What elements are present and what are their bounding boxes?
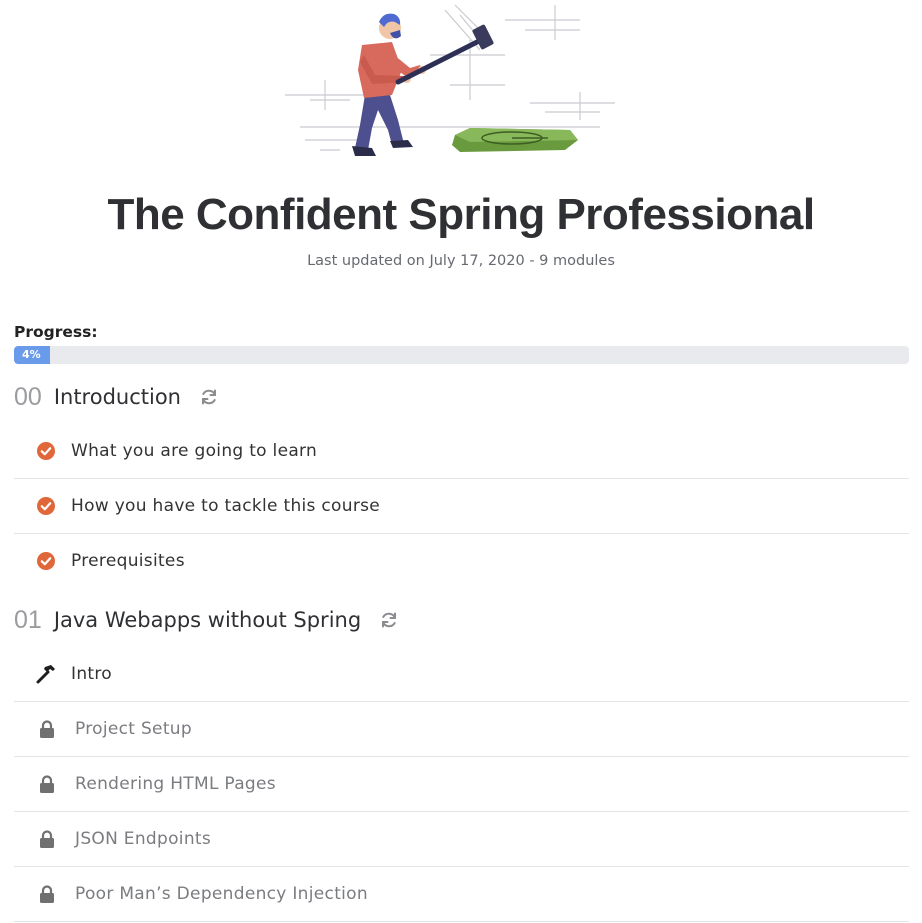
check-circle-icon [35, 495, 57, 517]
module-number: 01 [14, 605, 42, 634]
course-meta: Last updated on July 17, 2020 - 9 module… [307, 253, 615, 269]
lock-icon [36, 718, 58, 740]
lock-icon [36, 883, 58, 905]
lesson-project-setup[interactable]: Project Setup [14, 702, 909, 757]
lesson-label: Prerequisites [71, 551, 185, 571]
sync-icon [199, 387, 219, 407]
progress-label: Progress: [14, 323, 98, 341]
lesson-label: JSON Endpoints [75, 829, 212, 849]
lesson-poor-mans-dependency-injection[interactable]: Poor Man’s Dependency Injection [14, 867, 909, 922]
progress-fill: 4% [14, 346, 50, 364]
check-circle-icon [35, 440, 57, 462]
module-header-introduction: 00 Introduction [14, 377, 219, 417]
lesson-prerequisites[interactable]: Prerequisites [14, 534, 909, 588]
check-circle-icon [35, 550, 57, 572]
course-title: The Confident Spring Professional [107, 190, 815, 239]
course-page: The Confident Spring Professional Last u… [0, 0, 922, 923]
module-number: 00 [14, 382, 42, 411]
hero-illustration [285, 4, 615, 156]
module-header-java-webapps: 01 Java Webapps without Spring [14, 600, 399, 640]
progress-bar: 4% [14, 346, 909, 364]
lesson-label: What you are going to learn [71, 441, 318, 461]
lesson-rendering-html-pages[interactable]: Rendering HTML Pages [14, 757, 909, 812]
lock-icon [36, 828, 58, 850]
lesson-json-endpoints[interactable]: JSON Endpoints [14, 812, 909, 867]
lesson-label: Project Setup [75, 719, 192, 739]
lesson-what-you-are-going-to-learn[interactable]: What you are going to learn [14, 424, 909, 479]
lesson-how-you-have-to-tackle-this-course[interactable]: How you have to tackle this course [14, 479, 909, 534]
lesson-label: Poor Man’s Dependency Injection [75, 884, 368, 904]
hammer-icon [35, 663, 57, 685]
module-title: Java Webapps without Spring [53, 608, 362, 632]
lesson-label: Intro [71, 664, 112, 684]
lesson-intro[interactable]: Intro [14, 647, 909, 702]
lock-icon [36, 773, 58, 795]
lesson-label: How you have to tackle this course [71, 496, 381, 516]
module-title: Introduction [53, 385, 181, 409]
progress-percent: 4% [22, 348, 41, 361]
sync-icon [379, 610, 399, 630]
lesson-label: Rendering HTML Pages [75, 774, 276, 794]
